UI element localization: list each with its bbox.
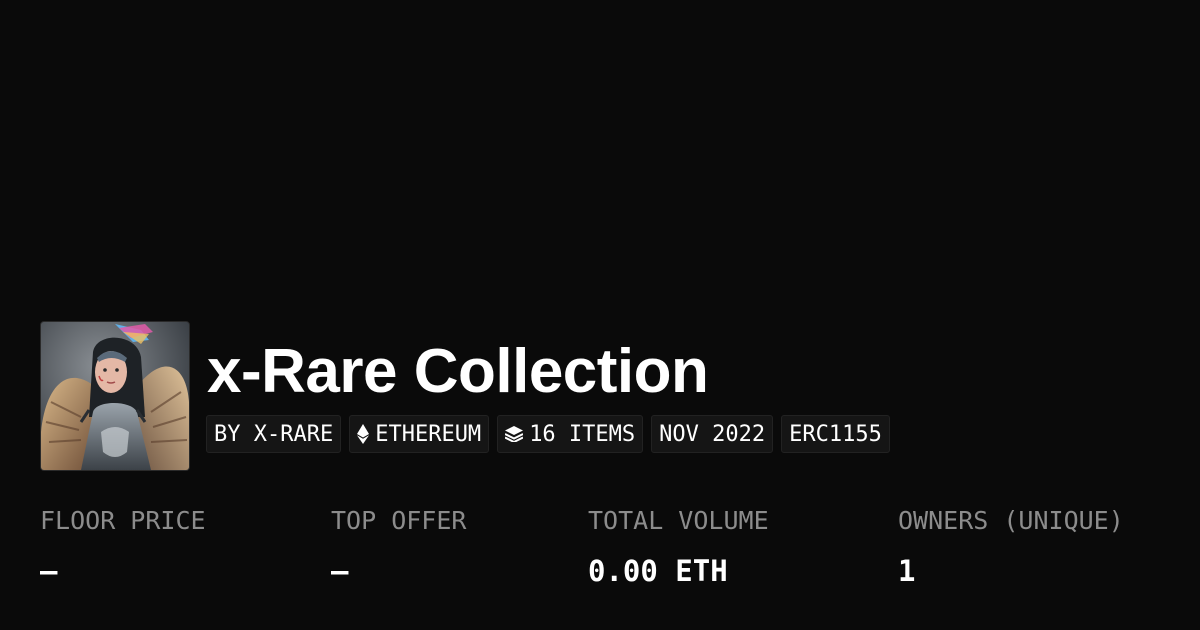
creator-badge-label: BY X-RARE (214, 421, 334, 447)
collection-share-card: x-Rare Collection BY X-RARE ETHEREUM 16 … (0, 0, 1200, 630)
stat-top-offer: TOP OFFER – (331, 503, 466, 589)
created-date-label: NOV 2022 (659, 421, 766, 447)
stat-value: 0.00 ETH (588, 554, 728, 588)
collection-badges: BY X-RARE ETHEREUM 16 ITEMS NOV 2022 ERC… (206, 415, 890, 453)
ethereum-icon (357, 424, 370, 444)
winged-warrior-artwork (41, 322, 189, 470)
stat-floor-price: FLOOR PRICE – (40, 503, 206, 589)
stat-label: FLOOR PRICE (40, 506, 206, 535)
collection-avatar (40, 321, 190, 471)
created-date-badge: NOV 2022 (651, 415, 774, 453)
stat-label: TOP OFFER (331, 506, 467, 535)
layers-icon (505, 426, 524, 442)
collection-title: x-Rare Collection (207, 337, 709, 406)
stat-total-volume: TOTAL VOLUME 0.00 ETH (588, 503, 769, 589)
items-badge[interactable]: 16 ITEMS (497, 415, 644, 453)
stat-label: OWNERS (UNIQUE) (898, 506, 1124, 535)
stat-value: – (40, 554, 58, 588)
stat-value: 1 (898, 554, 916, 588)
token-standard-label: ERC1155 (789, 421, 882, 447)
stat-value: – (331, 554, 349, 588)
chain-badge-label: ETHEREUM (375, 421, 482, 447)
chain-badge[interactable]: ETHEREUM (349, 415, 490, 453)
stat-owners: OWNERS (UNIQUE) 1 (898, 503, 1124, 589)
items-badge-label: 16 ITEMS (529, 421, 636, 447)
stat-label: TOTAL VOLUME (588, 506, 769, 535)
token-standard-badge: ERC1155 (781, 415, 890, 453)
creator-badge[interactable]: BY X-RARE (206, 415, 342, 453)
